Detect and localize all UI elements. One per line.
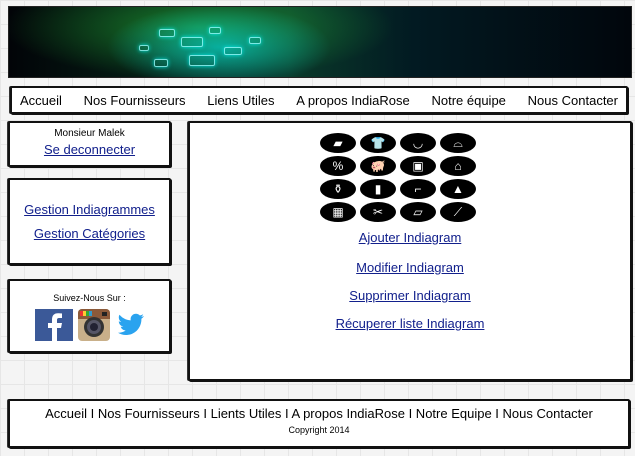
nav-notre-equipe[interactable]: Notre équipe	[431, 93, 505, 108]
paper-icon[interactable]: ▱	[400, 202, 436, 222]
twitter-icon[interactable]	[115, 312, 145, 338]
percent-icon[interactable]: %	[320, 156, 356, 176]
footer: Accueil I Nos Fournisseurs I Lients Util…	[8, 399, 630, 448]
bottle-icon[interactable]: ⚱	[320, 179, 356, 199]
instagram-icon[interactable]	[77, 309, 111, 341]
header-banner	[8, 6, 632, 78]
social-label: Suivez-Nous Sur :	[53, 293, 126, 303]
scissors-icon[interactable]: ✂	[360, 202, 396, 222]
house-icon[interactable]: ⌂	[440, 156, 476, 176]
broom-icon[interactable]: ⟋	[440, 202, 476, 222]
cone-icon[interactable]: ▲	[440, 179, 476, 199]
shoe-icon[interactable]: ⌐	[400, 179, 436, 199]
box-icon[interactable]: ▣	[400, 156, 436, 176]
footer-links[interactable]: Accueil I Nos Fournisseurs I Lients Util…	[10, 406, 628, 421]
gestion-categories-link[interactable]: Gestion Catégories	[10, 226, 169, 241]
logout-link[interactable]: Se deconnecter	[44, 142, 135, 157]
modify-indiagram-link[interactable]: Modifier Indiagram	[356, 260, 464, 275]
main-content: ▰ 👕 ◡ ⌓ % 🐖 ▣ ⌂ ⚱ ▮ ⌐ ▲ ▦ ✂ ▱ ⟋ Ajouter …	[188, 121, 632, 381]
social-panel: Suivez-Nous Sur :	[8, 279, 171, 353]
category-icon-grid: ▰ 👕 ◡ ⌓ % 🐖 ▣ ⌂ ⚱ ▮ ⌐ ▲ ▦ ✂ ▱ ⟋	[320, 133, 476, 222]
nav-a-propos[interactable]: A propos IndiaRose	[296, 93, 409, 108]
facebook-icon[interactable]	[34, 309, 73, 341]
nav-accueil[interactable]: Accueil	[20, 93, 62, 108]
user-name: Monsieur Malek	[54, 128, 125, 139]
user-panel: Monsieur Malek Se deconnecter	[8, 121, 171, 167]
gestion-indiagrammes-link[interactable]: Gestion Indiagrammes	[10, 202, 169, 217]
bottle-icon[interactable]: ▮	[360, 179, 396, 199]
nav-fournisseurs[interactable]: Nos Fournisseurs	[84, 93, 186, 108]
basin-icon[interactable]: ◡	[400, 133, 436, 153]
pig-icon[interactable]: 🐖	[360, 156, 396, 176]
nav-liens-utiles[interactable]: Liens Utiles	[207, 93, 274, 108]
copyright: Copyright 2014	[288, 425, 350, 435]
soap-icon[interactable]: ▰	[320, 133, 356, 153]
basket-icon[interactable]: ⌓	[440, 133, 476, 153]
add-indiagram-link[interactable]: Ajouter Indiagram	[359, 230, 462, 245]
shirt-icon[interactable]: 👕	[360, 133, 396, 153]
main-nav: Accueil Nos Fournisseurs Liens Utiles A …	[10, 86, 628, 114]
nav-contact[interactable]: Nous Contacter	[528, 93, 618, 108]
management-panel: Gestion Indiagrammes Gestion Catégories	[8, 178, 171, 265]
delete-indiagram-link[interactable]: Supprimer Indiagram	[349, 288, 470, 303]
book-icon[interactable]: ▦	[320, 202, 356, 222]
list-indiagram-link[interactable]: Récuperer liste Indiagram	[336, 316, 485, 331]
